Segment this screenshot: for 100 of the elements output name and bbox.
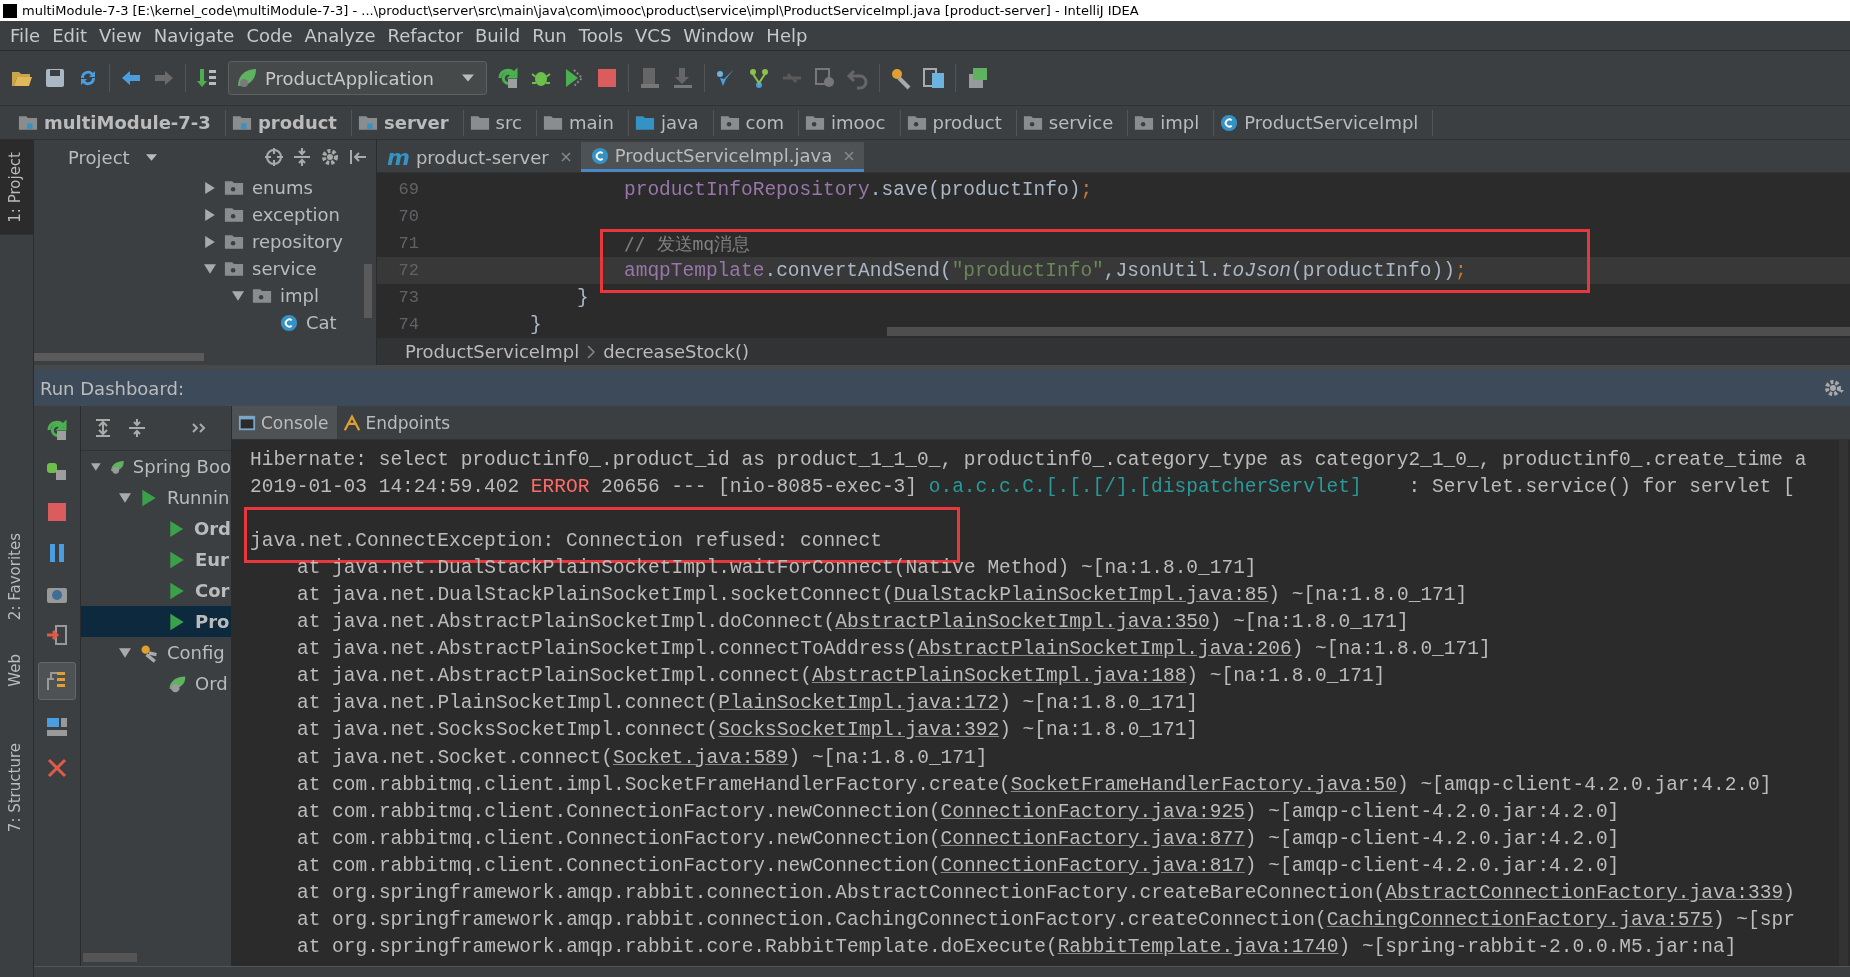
folder-icon [18, 114, 38, 131]
run-configuration-dropdown[interactable]: ProductApplication [228, 61, 487, 95]
close-icon[interactable] [844, 150, 855, 161]
expand-arrow-icon[interactable] [91, 460, 101, 473]
breadcrumb-item[interactable]: product [900, 109, 1017, 136]
menu-item[interactable]: Build [471, 25, 529, 46]
menu-item[interactable]: Help [762, 25, 816, 46]
package-folder-icon [224, 179, 244, 196]
console-tab[interactable]: Endpoints [336, 406, 459, 439]
breadcrumb-item[interactable]: ProductServiceImpl [405, 341, 580, 362]
expand-arrow-icon[interactable] [204, 262, 216, 275]
menu-item[interactable]: Tools [574, 25, 632, 46]
tool-window-button[interactable]: 1: Project [0, 140, 33, 235]
scrollbar[interactable] [34, 353, 204, 361]
collapse-all-icon[interactable] [127, 418, 147, 438]
editor-tab[interactable]: ProductServiceImpl.java [580, 142, 865, 172]
leaf-icon [235, 66, 259, 90]
console-line: at com.rabbitmq.client.impl.SocketFrameHandlerFactory.create(SocketFrameHandlerFactory.java:50) ~[amqp-client-4.2.0.jar:4.2.0] [296, 773, 1772, 796]
tree-item[interactable]: Eur [195, 549, 229, 570]
settings-icon[interactable] [320, 147, 340, 167]
settings-icon[interactable] [1824, 378, 1844, 398]
line-number: 70 [397, 207, 419, 226]
expand-arrow-icon[interactable] [204, 208, 216, 221]
expand-arrow-icon[interactable] [119, 491, 131, 504]
tree-item[interactable]: impl [280, 285, 319, 306]
scrollbar[interactable] [83, 953, 137, 962]
breadcrumb-item[interactable]: product [225, 109, 352, 136]
menu-item[interactable]: File [6, 25, 49, 46]
line-number: 73 [397, 288, 419, 307]
menu-item[interactable]: Refactor [383, 25, 471, 46]
breadcrumb-item[interactable]: com [713, 109, 800, 136]
class-icon [590, 146, 609, 165]
project-view-dropdown[interactable]: Project [42, 146, 130, 168]
chevron-icon [587, 344, 596, 359]
console-line: at java.net.DualStackPlainSocketImpl.waitForConnect(Native Method) ~[na:1.8.0_171] [296, 556, 1257, 579]
history-icon[interactable] [812, 66, 837, 90]
menu-item[interactable]: View [95, 25, 150, 46]
console-tab[interactable]: Console [232, 406, 337, 439]
console-line: at com.rabbitmq.client.ConnectionFactory.newConnection(ConnectionFactory.java:925) ~[amqp-client-4.2.0.jar:4.2.0] [296, 800, 1620, 823]
scrollbar[interactable] [1839, 440, 1848, 966]
breadcrumb-item[interactable]: server [352, 109, 464, 136]
tool-window-button[interactable]: 2: Favorites [0, 524, 33, 628]
scrollbar[interactable] [364, 264, 372, 318]
tree-item[interactable]: Config [167, 642, 225, 663]
save-icon[interactable] [43, 66, 67, 90]
tree-layout-icon[interactable] [38, 662, 76, 700]
tree-item[interactable]: Cat [306, 312, 337, 333]
close-icon[interactable] [560, 152, 571, 162]
breadcrumb-item[interactable]: main [536, 109, 629, 136]
locate-icon[interactable] [264, 147, 284, 167]
package-folder-icon [224, 260, 244, 277]
menu-item[interactable]: Analyze [300, 25, 384, 46]
tree-item[interactable]: enums [252, 177, 313, 198]
breadcrumb-item[interactable]: decreaseStock() [603, 341, 749, 362]
menu-item[interactable]: Window [679, 25, 763, 46]
breadcrumb-item[interactable]: src [463, 109, 537, 136]
menu-item[interactable]: Run [528, 25, 575, 46]
tree-item[interactable]: Pro [195, 611, 230, 632]
expand-arrow-icon[interactable] [204, 181, 216, 194]
expand-all-icon[interactable] [93, 418, 113, 438]
expand-arrow-icon[interactable] [232, 289, 244, 302]
console-line: at com.rabbitmq.client.ConnectionFactory.newConnection(ConnectionFactory.java:817) ~[amqp-client-4.2.0.jar:4.2.0] [296, 854, 1620, 877]
menu-item[interactable]: VCS [631, 25, 680, 46]
console-line: at java.net.Socket.connect(Socket.java:589) ~[na:1.8.0_171] [296, 746, 988, 769]
breadcrumb-item[interactable]: service [1016, 109, 1129, 136]
expand-arrow-icon[interactable] [204, 235, 216, 248]
collapse-all-icon[interactable] [292, 147, 312, 167]
editor-tab[interactable]: m product-server [377, 142, 581, 172]
package-folder-icon [224, 206, 244, 223]
tree-item[interactable]: Spring Boo [132, 456, 231, 477]
caret-icon[interactable] [145, 153, 157, 161]
console-line: at java.net.AbstractPlainSocketImpl.connectToAddress(AbstractPlainSocketImpl.java:206) ~[na:1.8.0_171] [296, 638, 1491, 661]
tree-item[interactable]: Runnin [167, 487, 230, 508]
project-structure-icon[interactable] [921, 66, 946, 90]
class-icon [1220, 113, 1239, 132]
tool-window-button[interactable]: Web [0, 645, 33, 695]
package-folder-icon [224, 233, 244, 250]
tree-item[interactable]: Ord [193, 518, 231, 539]
hide-panel-icon[interactable] [348, 147, 368, 167]
folder-icon [1134, 114, 1155, 131]
breadcrumb-item[interactable]: multiModule-7-3 [12, 109, 226, 136]
menu-item[interactable]: Code [242, 25, 301, 46]
breadcrumb-item[interactable]: java [628, 109, 714, 136]
tree-item[interactable]: service [252, 258, 317, 279]
tool-window-button[interactable]: 7: Structure [0, 734, 33, 840]
breadcrumb-item[interactable]: impl [1128, 109, 1215, 136]
code-line: amqpTemplate.convertAndSend("productInfo",JsonUtil.toJson(productInfo)); [623, 259, 1467, 282]
line-number: 69 [397, 180, 419, 199]
window-title: multiModule-7-3 [E:\kernel_code\multiModule-7-3] - ...\product\server\src\main\java\com\imooc\product\service\impl\ProductServiceImpl.java [product-server] - IntelliJ IDEA [22, 3, 1139, 18]
tree-item[interactable]: Cor [195, 580, 230, 601]
tree-item[interactable]: Ord [195, 673, 228, 694]
menu-item[interactable]: Edit [48, 25, 95, 46]
breadcrumb-item[interactable]: imooc [799, 109, 901, 136]
scrollbar[interactable] [887, 327, 1850, 336]
tree-item[interactable]: exception [252, 204, 340, 225]
breadcrumb-item[interactable]: ProductServiceImpl [1214, 109, 1434, 136]
menu-item[interactable]: Navigate [149, 25, 243, 46]
tree-item[interactable]: repository [252, 231, 344, 252]
console-line: at java.net.SocksSocketImpl.connect(SocksSocketImpl.java:392) ~[na:1.8.0_171] [296, 719, 1199, 742]
expand-arrow-icon[interactable] [119, 646, 131, 659]
